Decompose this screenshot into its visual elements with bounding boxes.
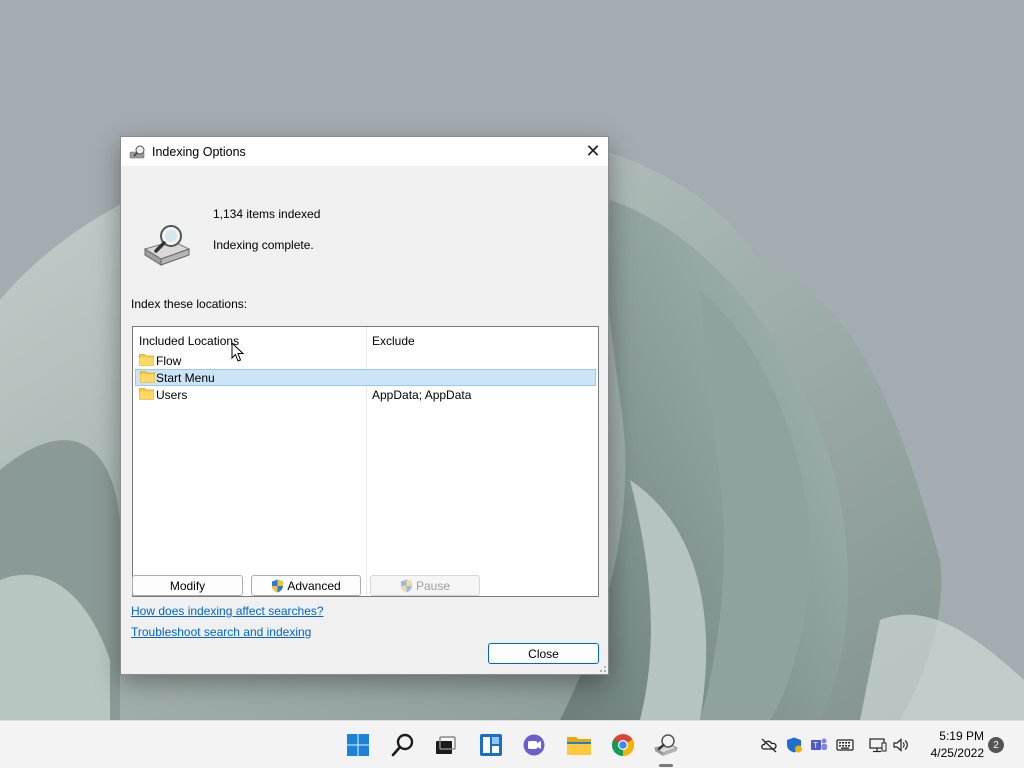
chrome-icon: [612, 734, 634, 756]
chrome-button[interactable]: [609, 731, 637, 759]
folder-icon: [139, 354, 154, 366]
folder-icon: [140, 371, 155, 383]
items-indexed-count: 1,134 items indexed: [213, 207, 321, 221]
pause-button[interactable]: Pause: [370, 575, 480, 596]
indexing-options-dialog: Indexing Options ✕ 1,134 items indexed I…: [120, 136, 609, 675]
clock-time[interactable]: 5:19 PM: [924, 729, 984, 743]
start-icon: [347, 734, 369, 756]
modify-button-label: Modify: [169, 578, 206, 593]
uac-shield-icon: [272, 579, 284, 592]
close-button[interactable]: Close: [488, 643, 599, 664]
location-exclude: AppData; AppData: [372, 388, 472, 402]
network-icon[interactable]: [869, 737, 887, 753]
task-view-button[interactable]: [431, 731, 459, 759]
indexing-options-icon: [654, 734, 679, 756]
troubleshoot-link[interactable]: Troubleshoot search and indexing: [131, 625, 311, 639]
svg-text:T: T: [813, 741, 818, 750]
indexing-help-link[interactable]: How does indexing affect searches?: [131, 604, 324, 618]
advanced-button[interactable]: Advanced: [251, 575, 361, 596]
list-item-selected[interactable]: Start Menu: [135, 369, 596, 386]
close-icon[interactable]: ✕: [578, 137, 608, 166]
dialog-title: Indexing Options: [152, 144, 246, 159]
keyboard-icon[interactable]: [836, 737, 854, 753]
column-included-locations[interactable]: Included Locations: [139, 334, 239, 348]
file-explorer-icon: [567, 737, 591, 755]
mouse-cursor-icon: [231, 342, 245, 362]
clock-date[interactable]: 4/25/2022: [914, 746, 984, 760]
teams-icon[interactable]: T: [810, 737, 828, 753]
location-name: Start Menu: [156, 371, 215, 385]
file-explorer-button[interactable]: [565, 731, 593, 759]
defender-icon[interactable]: [785, 737, 803, 753]
pause-button-label: Pause: [415, 578, 451, 593]
chat-button[interactable]: [520, 731, 548, 759]
resize-grip-icon[interactable]: [597, 663, 607, 673]
indexing-options-icon: [129, 145, 145, 158]
list-item[interactable]: Flow: [135, 352, 596, 369]
widgets-icon: [480, 734, 502, 756]
folder-icon: [139, 388, 154, 400]
start-button[interactable]: [344, 731, 372, 759]
onedrive-icon[interactable]: [760, 737, 778, 753]
title-bar[interactable]: Indexing Options ✕: [121, 137, 608, 166]
location-name: Users: [156, 388, 188, 402]
location-name: Flow: [156, 354, 182, 368]
active-app-indicator: [659, 764, 673, 767]
close-button-label: Close: [528, 646, 559, 661]
volume-icon[interactable]: [892, 737, 910, 753]
modify-button[interactable]: Modify: [132, 575, 243, 596]
uac-shield-icon: [400, 579, 412, 592]
taskbar: T 5:19 PM 4/25/2022 2: [0, 720, 1024, 768]
task-view-icon: [436, 736, 456, 754]
notification-badge[interactable]: 2: [988, 737, 1004, 753]
search-button[interactable]: [389, 731, 417, 759]
indexing-status: Indexing complete.: [213, 238, 314, 252]
indexing-options-taskbar-button[interactable]: [652, 731, 680, 759]
list-item[interactable]: Users AppData; AppData: [135, 386, 596, 403]
column-exclude[interactable]: Exclude: [372, 334, 415, 348]
widgets-button[interactable]: [477, 731, 505, 759]
search-icon: [391, 733, 414, 757]
indexing-drive-icon: [143, 225, 191, 266]
index-locations-label: Index these locations:: [131, 297, 248, 311]
chat-icon: [523, 734, 545, 756]
advanced-button-label: Advanced: [287, 578, 341, 593]
locations-list[interactable]: Included Locations Exclude Flow Start Me…: [132, 326, 599, 597]
